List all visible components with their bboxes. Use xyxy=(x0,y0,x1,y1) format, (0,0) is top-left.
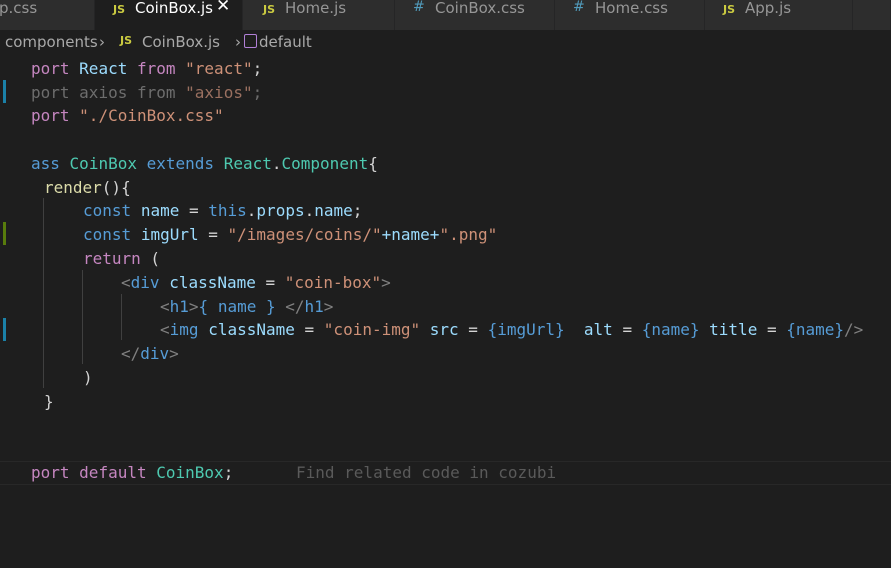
code-line: ) xyxy=(83,368,93,387)
css-file-icon: # xyxy=(413,0,425,15)
code-line: port "./CoinBox.css" xyxy=(31,106,224,125)
git-added-marker[interactable] xyxy=(3,222,6,245)
code-line: </div> xyxy=(121,344,179,363)
code-line: const imgUrl = "/images/coins/"+name+".p… xyxy=(83,225,498,244)
tab-app-js[interactable]: JS App.js xyxy=(705,0,853,30)
git-modified-marker[interactable] xyxy=(3,80,6,103)
symbol-module-icon xyxy=(244,34,257,48)
chevron-right-icon: › xyxy=(235,33,241,51)
js-file-icon: JS xyxy=(263,3,276,16)
code-line: <h1>{ name } </h1> xyxy=(160,297,334,316)
tab-coinbox-js[interactable]: JS CoinBox.js ✕ xyxy=(95,0,243,30)
close-icon[interactable]: ✕ xyxy=(216,0,230,15)
tab-coinbox-css[interactable]: # CoinBox.css xyxy=(395,0,555,30)
tab-label: App.js xyxy=(745,0,792,17)
tab-label: Home.js xyxy=(285,0,347,17)
code-line: <img className = "coin-img" src = {imgUr… xyxy=(160,320,864,339)
chevron-right-icon: › xyxy=(99,33,105,51)
codelens-hint[interactable]: Find related code in cozubi xyxy=(296,461,556,485)
editor-tab-bar: p.css JS CoinBox.js ✕ JS Home.js # CoinB… xyxy=(0,0,891,30)
js-file-icon: JS xyxy=(113,3,126,16)
breadcrumb-symbol[interactable]: default xyxy=(259,33,312,51)
code-line: render(){ xyxy=(44,178,131,197)
code-line: } xyxy=(44,392,54,411)
code-line: port React from "react"; xyxy=(31,59,263,78)
tab-home-js[interactable]: JS Home.js xyxy=(243,0,395,30)
tab-overflow[interactable] xyxy=(853,0,891,30)
tab-label: Home.css xyxy=(595,0,668,17)
git-modified-marker[interactable] xyxy=(3,318,6,341)
breadcrumb-file[interactable]: CoinBox.js xyxy=(142,33,220,51)
code-line: port axios from "axios"; xyxy=(31,83,263,102)
code-line: const name = this.props.name; xyxy=(83,201,363,220)
tab-label: CoinBox.css xyxy=(435,0,525,17)
tab-app-css[interactable]: p.css xyxy=(0,0,95,30)
indent-guide xyxy=(43,198,44,388)
code-line: return ( xyxy=(83,249,161,268)
js-file-icon: JS xyxy=(723,3,736,16)
tab-label: p.css xyxy=(0,0,38,17)
css-file-icon: # xyxy=(573,0,585,15)
js-file-icon: JS xyxy=(120,34,133,47)
tab-home-css[interactable]: # Home.css xyxy=(555,0,705,30)
code-line: <div className = "coin-box"> xyxy=(121,273,391,292)
tab-label: CoinBox.js xyxy=(135,0,213,17)
indent-guide xyxy=(121,294,122,340)
breadcrumb-folder[interactable]: components xyxy=(5,33,98,51)
indent-guide xyxy=(82,270,83,364)
code-line: port default CoinBox; xyxy=(31,463,234,482)
code-line: ass CoinBox extends React.Component{ xyxy=(31,154,378,173)
